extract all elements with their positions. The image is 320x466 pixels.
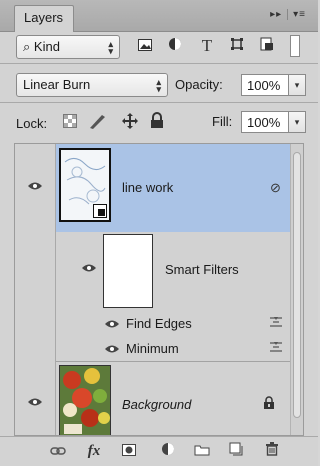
lock-position-icon[interactable] xyxy=(121,112,139,133)
layer-thumbnail-background[interactable] xyxy=(59,365,111,435)
panel-menu-icon[interactable]: ▾≡ xyxy=(293,9,306,20)
trash-icon[interactable] xyxy=(262,442,282,460)
type-filter-icon[interactable]: T xyxy=(196,35,218,57)
mask-icon[interactable] xyxy=(119,442,139,460)
eye-icon[interactable] xyxy=(27,397,43,407)
eye-icon[interactable] xyxy=(27,181,43,191)
search-icon: ⌕ xyxy=(23,39,31,54)
lock-label: Lock: xyxy=(16,116,48,131)
scrollbar[interactable] xyxy=(290,144,303,435)
filter-kind-select[interactable]: ⌕ Kind ▴ ▾ xyxy=(16,35,120,59)
opacity-dropdown[interactable]: ▾ xyxy=(288,74,306,96)
eye-icon[interactable] xyxy=(104,344,120,354)
blend-mode-value: Linear Burn xyxy=(23,77,91,92)
blending-options-icon[interactable] xyxy=(269,316,283,331)
pixel-filter-icon[interactable] xyxy=(134,35,156,57)
filter-name[interactable]: Find Edges xyxy=(126,316,192,331)
layer-name[interactable]: Background xyxy=(122,397,191,412)
layers-list: line work ⊘ ▲ Smart Filters Find Edges M… xyxy=(14,143,304,436)
filter-effects-icon[interactable]: ⊘ xyxy=(270,180,281,196)
divider xyxy=(0,63,318,64)
lock-pixels-icon[interactable] xyxy=(88,112,108,133)
scrollbar-thumb[interactable] xyxy=(293,152,301,418)
shape-filter-icon[interactable] xyxy=(226,35,248,57)
lock-icon xyxy=(263,396,275,413)
fx-icon[interactable]: fx xyxy=(84,442,104,460)
layer-thumbnail-line-work[interactable] xyxy=(59,148,111,222)
fill-dropdown[interactable]: ▾ xyxy=(288,111,306,133)
smart-filter-mask-thumbnail[interactable] xyxy=(103,234,153,308)
folder-icon[interactable] xyxy=(192,442,212,460)
panel-tabbar: Layers ▸▸ ▾≡ xyxy=(0,0,318,32)
opacity-field[interactable]: 100% xyxy=(241,74,289,96)
adjustment-filter-icon[interactable] xyxy=(164,35,186,57)
blend-mode-select[interactable]: Linear Burn ▴ ▾ xyxy=(16,73,168,97)
eye-icon[interactable] xyxy=(81,263,97,273)
filter-toggle[interactable] xyxy=(290,35,300,57)
lock-all-icon[interactable] xyxy=(150,112,164,132)
eye-icon[interactable] xyxy=(104,319,120,329)
panel-controls: ▸▸ ▾≡ xyxy=(270,9,306,20)
adjustment-icon[interactable] xyxy=(158,442,178,460)
double-arrow-icon[interactable]: ▸▸ xyxy=(270,9,282,20)
updown-icon: ▴ ▾ xyxy=(108,39,113,56)
updown-icon: ▴ ▾ xyxy=(156,77,161,94)
divider xyxy=(0,102,318,103)
smart-object-filter-icon[interactable] xyxy=(256,35,278,57)
opacity-label: Opacity: xyxy=(175,77,223,92)
divider xyxy=(56,361,302,362)
filter-name[interactable]: Minimum xyxy=(126,341,179,356)
link-icon[interactable] xyxy=(48,442,68,460)
smart-object-icon xyxy=(93,204,107,218)
layers-panel: Layers ▸▸ ▾≡ ⌕ Kind ▴ ▾ T Linear Burn ▴ ▾ O… xyxy=(0,0,318,466)
blending-options-icon[interactable] xyxy=(269,341,283,356)
fill-field[interactable]: 100% xyxy=(241,111,289,133)
panel-footer: fx xyxy=(0,436,318,466)
lock-transparent-icon[interactable] xyxy=(63,114,77,131)
layer-name[interactable]: line work xyxy=(122,180,173,195)
layer-name[interactable]: Smart Filters xyxy=(165,262,239,277)
filter-kind-label: Kind xyxy=(33,39,60,54)
fill-label: Fill: xyxy=(212,114,233,129)
new-layer-icon[interactable] xyxy=(226,442,246,460)
tab-layers[interactable]: Layers xyxy=(14,5,74,32)
